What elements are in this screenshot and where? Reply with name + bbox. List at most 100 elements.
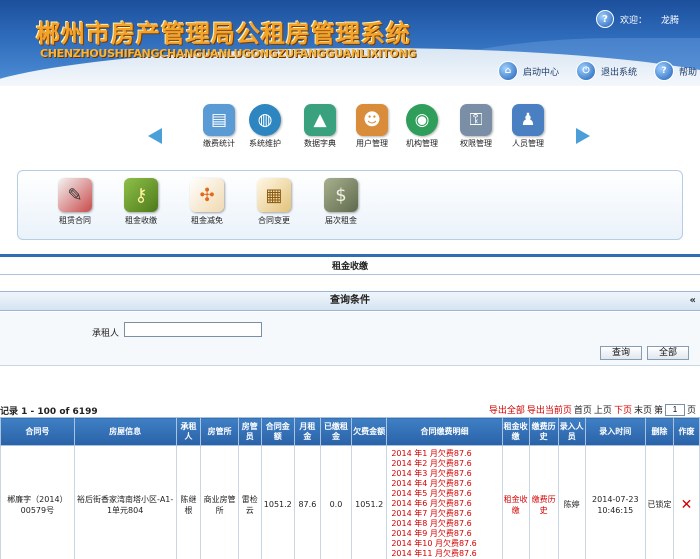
col-entered-time[interactable]: 录入时间 [584,417,646,446]
logout-button[interactable]: ⏻ 退出系统 [576,61,637,81]
help-button[interactable]: ? 帮助 [654,61,697,81]
person-icon: ♟ [512,104,544,136]
sub-menu-label: 租金收缴 [125,216,157,225]
export-all-link[interactable]: 导出全部 [489,403,525,416]
pay-history-link[interactable]: 缴费历史 [528,445,559,559]
cell-house-info: 裕后街香家湾南塔小区-A1-1单元804 [73,445,177,559]
col-housing-office[interactable]: 房管所 [200,417,239,446]
col-contract-no[interactable]: 合同号 [0,417,75,446]
sub-menu-lease-contract[interactable]: ✎ 租赁合同 [47,178,103,226]
search-button[interactable]: 查询 [600,346,642,360]
col-contract-amount[interactable]: 合同金额 [260,417,295,446]
collapse-icon[interactable]: « [690,292,696,310]
sub-menu-contract-change[interactable]: ▦ 合同变更 [246,178,302,226]
void-button[interactable]: ✕ [672,445,700,559]
nav-item-data-dictionary[interactable]: ▲ 数据字典 [295,104,345,149]
welcome-label: 欢迎： [620,15,648,26]
sub-menu-rent-collection[interactable]: ⚷ 租金收缴 [113,178,169,226]
section-title: 租金收缴 [331,262,368,272]
nav-item-label: 机构管理 [406,139,438,148]
goto-label: 第 [653,406,663,416]
sub-menu-rent-reduction[interactable]: ✣ 租金减免 [179,178,235,226]
col-entered-by[interactable]: 录入人员 [557,417,586,446]
app-title-pinyin: CHENZHOUSHIFANGCHANGUANLUGONGZUFANGGUANL… [40,47,417,60]
col-pay-history[interactable]: 缴费历史 [528,417,559,446]
help-label: 帮助 [679,67,698,78]
col-manager[interactable]: 房管员 [237,417,262,446]
cell-delete-status: 已锁定 [644,445,674,559]
cell-contract-no: 郴廉字（2014）00579号 [0,445,75,559]
arrears-line: 2014 年9 月欠费87.6 [391,529,472,538]
coins-icon: ⚷ [124,178,158,212]
sub-menu-label: 租金减免 [191,216,223,225]
table-header-row: 合同号 房屋信息 承租人 房管所 房管员 合同金额 月租金 已缴租金 欠费金额 … [0,417,700,446]
cell-renter: 陈继根 [175,445,202,559]
user-key-icon: ? [596,10,614,28]
cell-entered-time: 2014-07-23 10:46:15 [584,445,646,559]
mindmap-icon: ✣ [190,178,224,212]
prev-page-link[interactable]: 上页 [594,403,612,416]
rent-collect-link[interactable]: 租金收缴 [501,445,530,559]
start-center-label: 启动中心 [523,67,560,78]
nav-item-system-maintenance[interactable]: ◍ 系统维护 [240,104,290,149]
stats-icon: ▤ [203,104,235,136]
last-page-link[interactable]: 末页 [634,403,652,416]
divider [0,274,700,275]
nav-item-label: 人员管理 [512,139,544,148]
nav-item-payment-stats[interactable]: ▤ 缴费统计 [194,104,244,149]
query-panel-header: 查询条件 « [0,291,700,311]
nav-item-org-management[interactable]: ◉ 机构管理 [397,104,447,149]
next-page-link[interactable]: 下页 [614,403,632,416]
col-payment-details[interactable]: 合同缴费明细 [386,417,503,446]
sub-menu-label: 届次租金 [325,216,357,225]
document-icon: ▦ [257,178,291,212]
page-unit-label: 页 [686,406,696,416]
welcome-area: ? 欢迎： 龙腾 [596,10,679,28]
col-void[interactable]: 作废 [672,417,700,446]
table-row: 郴廉字（2014）00579号 裕后街香家湾南塔小区-A1-1单元804 陈继根… [0,445,700,559]
renter-input[interactable] [124,322,262,337]
nav-item-label: 用户管理 [356,139,388,148]
sub-menu-label: 合同变更 [258,216,290,225]
close-icon[interactable]: ✕ [681,497,693,513]
app-title: 郴州市房产管理局公租房管理系统 [36,19,411,48]
nav-item-label: 数据字典 [304,139,336,148]
logout-label: 退出系统 [601,67,638,78]
start-center-button[interactable]: ⌂ 启动中心 [498,61,559,81]
arrears-line: 2014 年10 月欠费87.6 [391,539,477,548]
nav-item-user-management[interactable]: ☻ 用户管理 [347,104,397,149]
cell-arrears-details: 2014 年1 月欠费87.6 2014 年2 月欠费87.6 2014 年3 … [386,445,503,559]
pen-icon: ✎ [58,178,92,212]
page-number-input[interactable] [664,403,685,416]
nav-item-permission-management[interactable]: ⚿ 权限管理 [451,104,501,149]
export-page-link[interactable]: 导出当前页 [527,403,572,416]
record-count: 记录 1 - 100 of 6199 [0,407,98,417]
cell-housing-office: 商业房管所 [200,445,239,559]
col-monthly-rent[interactable]: 月租金 [293,417,321,446]
col-rent-collect[interactable]: 租金收缴 [501,417,530,446]
col-renter[interactable]: 承租人 [175,417,202,446]
nav-item-personnel-management[interactable]: ♟ 人员管理 [503,104,553,149]
arrears-line: 2014 年2 月欠费87.6 [391,459,472,468]
query-panel-title: 查询条件 [330,295,370,306]
user-name: 龙腾 [661,15,680,26]
col-house-info[interactable]: 房屋信息 [73,417,177,446]
org-icon: ◉ [406,104,438,136]
rent-table: 合同号 房屋信息 承租人 房管所 房管员 合同金额 月租金 已缴租金 欠费金额 … [0,417,700,559]
nav-prev-arrow-icon[interactable] [148,128,162,144]
home-icon: ⌂ [498,61,518,81]
cell-entered-by: 陈婷 [557,445,586,559]
col-paid[interactable]: 已缴租金 [319,417,353,446]
arrears-line: 2014 年4 月欠费87.6 [391,479,472,488]
sub-menu-period-rent[interactable]: $ 届次租金 [313,178,369,226]
query-panel-body [0,312,700,366]
show-all-button[interactable]: 全部 [647,346,689,360]
col-delete[interactable]: 删除 [644,417,674,446]
cell-paid: 0.0 [319,445,353,559]
nav-next-arrow-icon[interactable] [576,128,590,144]
arrears-line: 2014 年3 月欠费87.6 [391,469,472,478]
sub-menu-label: 租赁合同 [59,216,91,225]
first-page-link[interactable]: 首页 [574,403,592,416]
col-arrears[interactable]: 欠费金额 [351,417,388,446]
nav-item-label: 系统维护 [249,139,281,148]
